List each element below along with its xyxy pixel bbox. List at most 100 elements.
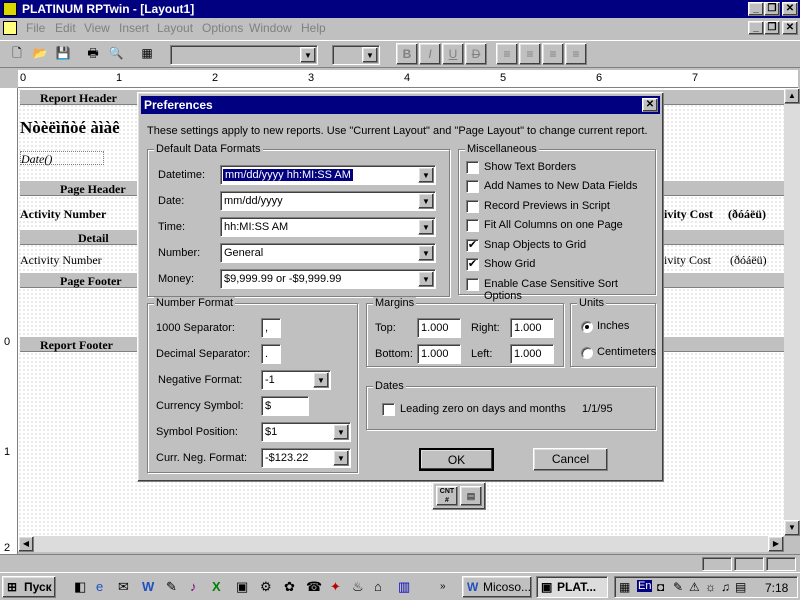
checkbox-label[interactable]: Record Previews in Script <box>484 200 610 212</box>
chevron-down-icon[interactable]: ▼ <box>418 167 434 183</box>
chevron-down-icon[interactable]: ▼ <box>418 245 434 261</box>
task-platinum[interactable]: ▣ PLAT... <box>536 576 608 598</box>
checkbox-label[interactable]: Snap Objects to Grid <box>484 239 586 251</box>
print-preview-icon[interactable]: 🔍 <box>105 43 127 65</box>
window-titlebar[interactable]: PLATINUM RPTwin - [Layout1] _ ❐ ✕ <box>0 0 800 18</box>
chevron-down-icon[interactable]: ▼ <box>418 271 434 287</box>
restore-icon[interactable]: ❐ <box>764 2 780 16</box>
bottom-margin-input[interactable]: 1.000 <box>417 344 461 364</box>
centimeters-radio[interactable] <box>581 347 593 359</box>
app-icon[interactable]: ✦ <box>330 579 346 595</box>
time-format-select[interactable]: hh:MI:SS AM ▼ <box>220 217 436 237</box>
tray-icon[interactable]: ✎ <box>673 580 683 594</box>
right-margin-input[interactable]: 1.000 <box>510 318 554 338</box>
inches-radio[interactable] <box>581 321 593 333</box>
symbol-position-select[interactable]: $1 ▼ <box>261 422 351 442</box>
scroll-left-icon[interactable]: ◀ <box>18 536 34 552</box>
leading-zero-checkbox[interactable] <box>382 403 395 416</box>
scroll-up-icon[interactable]: ▲ <box>784 88 800 104</box>
currency-negative-select[interactable]: -$123.22 ▼ <box>261 448 351 468</box>
justify-icon[interactable]: ≡ <box>565 43 587 65</box>
menu-options[interactable]: Options <box>202 21 243 35</box>
excel-icon[interactable]: X <box>212 579 228 595</box>
font-size-combo[interactable]: ▼ <box>332 45 380 65</box>
app-icon[interactable]: ▥ <box>398 579 414 595</box>
app-icon[interactable]: ▣ <box>236 579 252 595</box>
strike-button[interactable]: D <box>465 43 487 65</box>
align-left-icon[interactable]: ≡ <box>496 43 518 65</box>
calc-field-icon[interactable]: ▤ <box>460 486 482 506</box>
menu-help[interactable]: Help <box>301 21 326 35</box>
chevron-down-icon[interactable]: ▼ <box>362 47 378 63</box>
grid-icon[interactable]: ▦ <box>136 43 158 65</box>
decimal-separator-input[interactable]: . <box>261 344 281 364</box>
doc-restore-icon[interactable]: ❐ <box>764 21 780 35</box>
doc-minimize-icon[interactable]: _ <box>748 21 764 35</box>
radio-label[interactable]: Centimeters <box>597 346 656 358</box>
count-field-button[interactable]: CNT # <box>436 486 458 506</box>
app-icon[interactable]: ♪ <box>190 579 206 595</box>
app-icon[interactable]: ✿ <box>284 579 300 595</box>
checkbox-label[interactable]: Enable Case Sensitive Sort Options <box>484 278 655 302</box>
chevron-down-icon[interactable]: ▼ <box>313 372 329 388</box>
detail-activity-number[interactable]: Activity Number <box>20 253 102 268</box>
show-text-borders-checkbox[interactable] <box>466 161 479 174</box>
horizontal-scrollbar[interactable]: ◀ ▶ <box>18 536 784 552</box>
app-icon[interactable]: ⚙ <box>260 579 276 595</box>
font-name-combo[interactable]: ▼ <box>170 45 318 65</box>
language-indicator[interactable]: En <box>637 580 653 592</box>
datetime-format-select[interactable]: mm/dd/yyyy hh:MI:SS AM ▼ <box>220 165 436 185</box>
date-format-select[interactable]: mm/dd/yyyy ▼ <box>220 191 436 211</box>
scroll-right-icon[interactable]: ▶ <box>768 536 784 552</box>
minimize-icon[interactable]: _ <box>748 2 764 16</box>
checkbox-label[interactable]: Add Names to New Data Fields <box>484 180 637 192</box>
more-icon[interactable]: » <box>440 581 446 592</box>
save-disk-icon[interactable]: 💾 <box>52 43 74 65</box>
report-title-field[interactable]: Nòèëìñòé àìàê <box>20 118 120 138</box>
radio-label[interactable]: Inches <box>597 320 629 332</box>
number-format-select[interactable]: General ▼ <box>220 243 436 263</box>
menu-file[interactable]: File <box>26 21 45 35</box>
chevron-down-icon[interactable]: ▼ <box>300 47 316 63</box>
new-file-icon[interactable]: 🗋 <box>6 43 28 65</box>
print-icon[interactable]: 🖶 <box>82 43 104 65</box>
case-sensitive-sort-checkbox[interactable] <box>466 278 479 291</box>
checkbox-label[interactable]: Fit All Columns on one Page <box>484 219 623 231</box>
menu-window[interactable]: Window <box>249 21 292 35</box>
task-word[interactable]: W Micoso... <box>462 576 532 598</box>
volume-icon[interactable]: ♫ <box>721 580 730 594</box>
close-icon[interactable]: ✕ <box>642 98 658 112</box>
mail-icon[interactable]: ✉ <box>118 579 134 595</box>
scroll-down-icon[interactable]: ▼ <box>784 520 800 536</box>
chevron-down-icon[interactable]: ▼ <box>418 193 434 209</box>
open-folder-icon[interactable]: 📂 <box>29 43 51 65</box>
align-center-icon[interactable]: ≡ <box>519 43 541 65</box>
menu-edit[interactable]: Edit <box>55 21 76 35</box>
close-icon[interactable]: ✕ <box>782 2 798 16</box>
document-icon[interactable] <box>3 21 17 35</box>
chevron-down-icon[interactable]: ▼ <box>333 450 349 466</box>
record-previews-checkbox[interactable] <box>466 200 479 213</box>
tray-icon[interactable]: ☼ <box>705 580 716 594</box>
app-icon[interactable]: ⌂ <box>374 579 390 595</box>
column-header-currency[interactable]: (ðóáëü) <box>728 207 766 222</box>
column-header-activity-number[interactable]: Activity Number <box>20 207 106 222</box>
align-right-icon[interactable]: ≡ <box>542 43 564 65</box>
fit-columns-checkbox[interactable] <box>466 219 479 232</box>
start-button[interactable]: ⊞ Пуск <box>2 576 56 598</box>
ie-icon[interactable]: e <box>96 579 112 595</box>
menu-view[interactable]: View <box>84 21 110 35</box>
tray-icon[interactable]: ⚠ <box>689 580 700 594</box>
negative-format-select[interactable]: -1 ▼ <box>261 370 331 390</box>
top-margin-input[interactable]: 1.000 <box>417 318 461 338</box>
tray-icon[interactable]: ▦ <box>619 580 630 594</box>
vertical-scrollbar[interactable]: ▲ ▼ <box>784 88 800 536</box>
checkbox-label[interactable]: Show Grid <box>484 258 535 270</box>
doc-close-icon[interactable]: ✕ <box>782 21 798 35</box>
left-margin-input[interactable]: 1.000 <box>510 344 554 364</box>
checkbox-label[interactable]: Leading zero on days and months <box>400 403 566 415</box>
underline-button[interactable]: U <box>442 43 464 65</box>
detail-currency[interactable]: (ðóáëü) <box>730 253 767 268</box>
tray-icon[interactable]: ▤ <box>735 580 746 594</box>
currency-symbol-input[interactable]: $ <box>261 396 309 416</box>
